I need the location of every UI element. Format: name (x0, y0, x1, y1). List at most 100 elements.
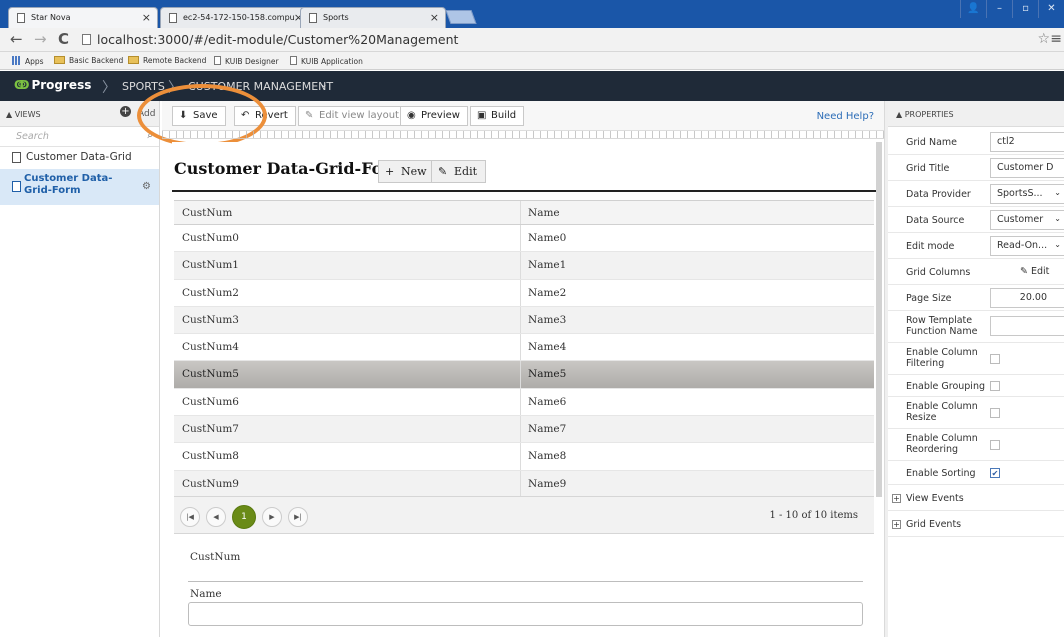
logo-mark-icon: ↂ (14, 78, 30, 92)
browser-tab-star-nova[interactable]: Star Nova × (8, 7, 158, 28)
cell-name: Name9 (528, 477, 567, 490)
page-icon (169, 13, 177, 23)
back-arrow-icon[interactable]: ← (10, 30, 23, 48)
next-page-button[interactable]: ▶ (262, 507, 282, 527)
views-title[interactable]: ▲ VIEWS (6, 110, 41, 119)
properties-title[interactable]: ▲ PROPERTIES (896, 110, 954, 119)
prop-enable-column-filtering: Enable Column Filtering (888, 343, 1064, 375)
last-page-button[interactable]: ▶| (288, 507, 308, 527)
table-row[interactable]: CustNum1 Name1 (174, 252, 874, 280)
table-row-selected[interactable]: CustNum5 Name5 (174, 361, 874, 389)
section-label: View Events (906, 493, 964, 504)
canvas-scrollbar[interactable] (876, 142, 882, 497)
forward-arrow-icon[interactable]: → (34, 30, 47, 48)
scrollbar-thumb[interactable] (876, 142, 882, 497)
cell-name: Name1 (528, 259, 567, 272)
cell-custnum: CustNum1 (182, 259, 239, 272)
table-row[interactable]: CustNum4 Name4 (174, 334, 874, 362)
prop-label: Data Source (906, 215, 965, 226)
resize-checkbox[interactable] (990, 408, 1000, 418)
url-field[interactable]: localhost:3000/#/edit-module/Customer%20… (82, 31, 1042, 49)
breadcrumb-customer-management[interactable]: CUSTOMER MANAGEMENT (188, 80, 333, 93)
browser-tab-sports[interactable]: Sports × (300, 7, 446, 28)
custnum-field[interactable] (188, 566, 863, 582)
reload-icon[interactable]: C (58, 30, 69, 48)
grid-name-input[interactable]: ctl2 (990, 132, 1064, 152)
bookmark-apps[interactable]: Apps (12, 56, 44, 66)
bookmark-remote-backend[interactable]: Remote Backend (128, 56, 206, 65)
build-button[interactable]: ▣ Build (470, 106, 525, 126)
name-field[interactable] (188, 602, 863, 626)
views-search[interactable]: Search ⌕ (0, 127, 159, 147)
expand-icon[interactable]: + (892, 520, 901, 529)
first-page-button[interactable]: |◀ (180, 507, 200, 527)
browser-tab-ec2[interactable]: ec2-54-172-150-158.compu × (160, 7, 310, 28)
view-item-customer-data-grid-form[interactable]: Customer Data-Grid-Form ⚙ (0, 169, 159, 205)
bookmark-kuib-application[interactable]: KUIB Application (290, 56, 363, 66)
cell-name: Name3 (528, 313, 567, 326)
filtering-checkbox[interactable] (990, 354, 1000, 364)
breadcrumb-sports[interactable]: SPORTS (122, 80, 165, 93)
expand-icon[interactable]: + (892, 494, 901, 503)
add-view-label[interactable]: Add (138, 109, 155, 119)
minimize-icon[interactable]: – (986, 0, 1012, 18)
revert-button[interactable]: ↶ Revert (234, 106, 296, 126)
row-template-input[interactable] (990, 316, 1064, 336)
close-window-icon[interactable]: ✕ (1038, 0, 1064, 18)
close-icon[interactable]: × (142, 11, 151, 24)
properties-header: ▲ PROPERTIES (888, 101, 1064, 127)
title-divider (172, 190, 878, 192)
column-divider (520, 279, 521, 306)
tab-title: ec2-54-172-150-158.compu (183, 13, 295, 22)
bookmark-star-icon[interactable]: ☆ (1037, 31, 1050, 47)
table-row[interactable]: CustNum6 Name6 (174, 388, 874, 417)
prop-data-provider: Data Provider SportsS... ⌄ (888, 181, 1064, 207)
edit-button[interactable]: ✎ Edit (431, 160, 487, 183)
view-item-label: Customer Data-Grid (26, 151, 132, 163)
table-row[interactable]: CustNum3 Name3 (174, 306, 874, 335)
table-row[interactable]: CustNum8 Name8 (174, 443, 874, 471)
data-provider-select[interactable]: SportsS... ⌄ (990, 184, 1064, 204)
column-header-custnum[interactable]: CustNum (182, 207, 232, 219)
prev-page-button[interactable]: ◀ (206, 507, 226, 527)
grid-columns-edit-button[interactable]: ✎ Edit (1020, 266, 1049, 277)
search-input[interactable]: Search (16, 131, 49, 142)
prop-label: Grid Columns (906, 267, 971, 278)
view-events-section[interactable]: + View Events (888, 485, 1064, 511)
grid-events-section[interactable]: + Grid Events (888, 511, 1064, 537)
close-icon[interactable]: × (430, 11, 439, 24)
reorder-checkbox[interactable] (990, 440, 1000, 450)
page-size-stepper[interactable]: 20.00 (990, 288, 1064, 308)
new-button[interactable]: + New (378, 160, 436, 183)
maximize-icon[interactable]: ▫ (1012, 0, 1038, 18)
gear-icon[interactable]: ⚙ (142, 181, 151, 193)
grid-title-input[interactable]: Customer D (990, 158, 1064, 178)
view-item-customer-data-grid[interactable]: Customer Data-Grid (0, 147, 159, 169)
bookmark-basic-backend[interactable]: Basic Backend (54, 56, 123, 65)
edit-view-layout-button[interactable]: ✎ Edit view layout (298, 106, 407, 126)
column-divider (520, 443, 521, 470)
bookmark-kuib-designer[interactable]: KUIB Designer (214, 56, 279, 66)
table-row[interactable]: CustNum9 Name9 (174, 470, 874, 498)
need-help-link[interactable]: Need Help? (817, 111, 874, 122)
address-bar: ← → C localhost:3000/#/edit-module/Custo… (0, 28, 1064, 52)
sorting-checkbox[interactable]: ✔ (990, 468, 1000, 478)
grouping-checkbox[interactable] (990, 381, 1000, 391)
chevron-down-icon[interactable]: ⌄ (320, 80, 328, 90)
new-tab-button[interactable] (445, 10, 477, 24)
cell-name: Name8 (528, 450, 567, 463)
table-row[interactable]: CustNum2 Name2 (174, 279, 874, 307)
user-icon[interactable]: 👤 (960, 0, 986, 18)
table-row[interactable]: CustNum7 Name7 (174, 416, 874, 444)
add-view-icon[interactable]: + (120, 106, 131, 117)
column-header-name[interactable]: Name (528, 207, 560, 219)
table-row[interactable]: CustNum0 Name0 (174, 225, 874, 253)
preview-button[interactable]: ◉ Preview (400, 106, 468, 126)
data-source-select[interactable]: Customer ⌄ (990, 210, 1064, 230)
save-button[interactable]: ⬇ Save (172, 106, 226, 126)
menu-icon[interactable]: ≡ (1050, 31, 1062, 47)
page-1-button[interactable]: 1 (232, 505, 256, 529)
prop-edit-mode: Edit mode Read-On... ⌄ (888, 233, 1064, 259)
prop-label: Grid Title (906, 163, 950, 174)
edit-mode-select[interactable]: Read-On... ⌄ (990, 236, 1064, 256)
